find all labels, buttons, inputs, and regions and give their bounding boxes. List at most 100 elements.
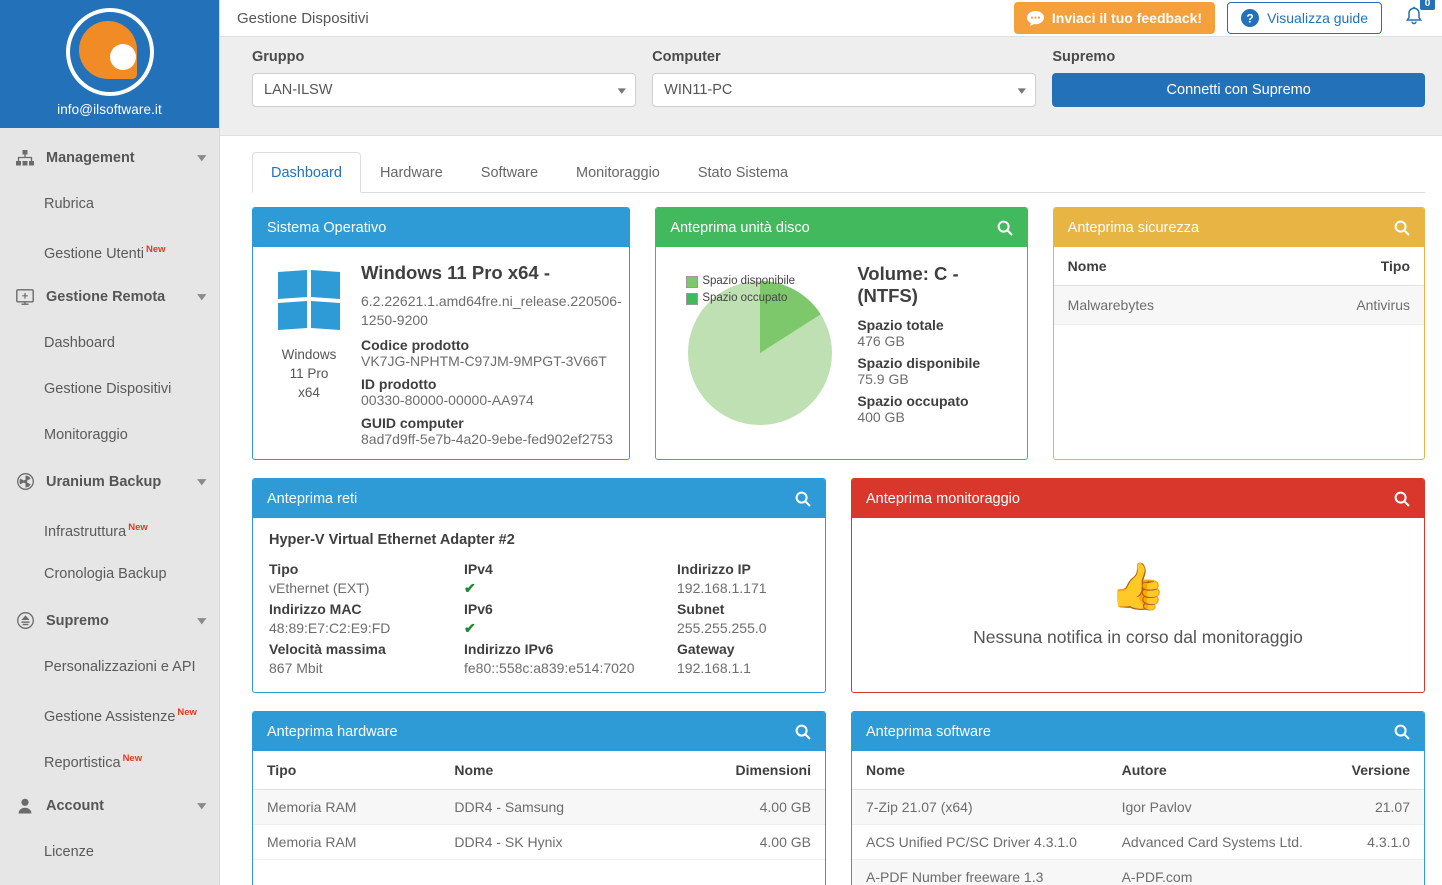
sidebar-item-label: Dashboard — [44, 335, 115, 351]
network-col-2: IPv4 ✔ IPv6 ✔ Indirizzo IPv6 fe80::558c:… — [464, 560, 677, 680]
sidebar-nav: Management ▾ Rubrica Gestione Utenti New Gest… — [0, 128, 219, 875]
card-title: Anteprima sicurezza — [1067, 219, 1200, 236]
new-badge: New — [177, 707, 197, 718]
svg-text:?: ? — [1246, 12, 1253, 26]
sidebar-brand: info@ilsoftware.it — [0, 0, 219, 128]
app-root: info@ilsoftware.it Management ▾ Rubrica Ges… — [0, 0, 1442, 885]
sidebar-item-personalizzazioni-e-api[interactable]: Personalizzazioni e API — [0, 644, 219, 690]
network-details: Tipo vEthernet (EXT) Indirizzo MAC 48:89… — [269, 560, 809, 680]
sidebar-group-account[interactable]: Account ▾ — [0, 782, 219, 829]
selector-bar: Gruppo LAN-ILSW ▾ Computer WIN11-PC ▾ Su… — [220, 36, 1442, 136]
table-row[interactable]: A-PDF Number freeware 1.3 A-PDF.com — [852, 859, 1424, 885]
sidebar-item-licenze[interactable]: Licenze — [0, 829, 219, 875]
chevron-down-icon: ▾ — [198, 476, 207, 488]
legend-item-used: Spazio occupato — [686, 290, 795, 307]
security-table: Nome Tipo Malwarebytes Antivirus — [1053, 247, 1424, 325]
disk-pie-chart: Spazio disponibile Spazio occupato — [662, 257, 857, 449]
topbar: Gestione Dispositivi Inviaci il tuo feed… — [220, 0, 1442, 36]
computer-select-value: WIN11-PC — [664, 82, 733, 98]
os-name: Windows 11 Pro x64 - — [361, 262, 551, 283]
table-row[interactable]: ACS Unified PC/SC Driver 4.3.1.0 Advanced… — [852, 824, 1424, 860]
search-icon[interactable] — [1394, 220, 1410, 236]
table-row[interactable]: 7-Zip 21.07 (x64) Igor Pavlov 21.07 — [852, 789, 1424, 825]
table-cell: Antivirus — [1269, 285, 1424, 325]
sidebar-item-label: Rubrica — [44, 196, 94, 212]
sidebar-item-gestione-dispositivi[interactable]: Gestione Dispositivi — [0, 366, 219, 412]
group-label: Gruppo — [252, 49, 305, 65]
tab-dashboard[interactable]: Dashboard — [252, 152, 361, 193]
chevron-down-icon: ▾ — [198, 291, 207, 303]
user-icon — [14, 798, 36, 814]
sidebar-group-supremo[interactable]: Supremo ▾ — [0, 597, 219, 644]
sidebar-item-label: Gestione Assistenze — [44, 708, 176, 725]
computer-select[interactable]: WIN11-PC ▾ — [652, 73, 1037, 107]
sidebar-item-dashboard[interactable]: Dashboard — [0, 320, 219, 366]
net-gateway-value: 192.168.1.1 — [677, 660, 751, 676]
disk-volume: Volume: C - (NTFS) — [857, 263, 959, 306]
tab-monitoraggio[interactable]: Monitoraggio — [557, 152, 679, 193]
card-anteprima-reti: Anteprima reti Hyper-V Virtual Ethernet … — [252, 478, 826, 693]
radiation-icon — [14, 473, 36, 490]
network-col-3: Indirizzo IP 192.168.1.171 Subnet 255.25… — [677, 560, 809, 680]
table-header-row: Tipo Nome Dimensioni — [253, 751, 825, 790]
tabs-wrap: Dashboard Hardware Software Monitoraggio Sta… — [220, 136, 1442, 193]
group-select[interactable]: LAN-ILSW ▾ — [252, 73, 637, 107]
net-ipv4-label: IPv4 — [464, 561, 493, 577]
search-icon[interactable] — [795, 724, 811, 740]
guide-label: Visualizza guide — [1267, 10, 1368, 26]
software-table: Nome Autore Versione 7-Zip 21.07 (x64) Igor… — [852, 751, 1424, 885]
sidebar-group-label: Account — [46, 797, 104, 814]
table-cell: 4.3.1.0 — [1331, 824, 1424, 860]
chevron-down-icon: ▾ — [198, 800, 207, 812]
card-anteprima-monitoraggio: Anteprima monitoraggio 👍 Nessuna notific… — [851, 478, 1425, 693]
tab-software[interactable]: Software — [462, 152, 557, 193]
sidebar-item-infrastruttura[interactable]: Infrastruttura New — [0, 505, 219, 551]
column-header: Tipo — [253, 751, 441, 790]
search-icon[interactable] — [1394, 724, 1410, 740]
sidebar-item-monitoraggio[interactable]: Monitoraggio — [0, 412, 219, 458]
connect-supremo-button[interactable]: Connetti con Supremo — [1052, 73, 1425, 107]
column-header: Dimensioni — [659, 751, 825, 790]
net-speed-label: Velocità massima — [269, 641, 386, 657]
pie-legend: Spazio disponibile Spazio occupato — [686, 273, 795, 307]
sidebar-item-gestione-utenti[interactable]: Gestione Utenti New — [0, 227, 219, 273]
disk-free-label: Spazio disponibile — [857, 355, 981, 371]
sidebar-item-cronologia-backup[interactable]: Cronologia Backup — [0, 551, 219, 597]
group-selector-wrap: Gruppo LAN-ILSW ▾ — [252, 49, 637, 107]
supremo-action-wrap: Supremo Connetti con Supremo — [1052, 49, 1425, 107]
feedback-button[interactable]: Inviaci il tuo feedback! — [1013, 2, 1216, 34]
sidebar-group-gestione-remota[interactable]: Gestione Remota ▾ — [0, 273, 219, 320]
guide-button[interactable]: ? Visualizza guide — [1227, 2, 1382, 34]
sidebar-group-management[interactable]: Management ▾ — [0, 134, 219, 181]
tab-hardware[interactable]: Hardware — [361, 152, 462, 193]
net-mac-label: Indirizzo MAC — [269, 601, 362, 617]
table-row[interactable]: Memoria RAM DDR4 - Samsung 4.00 GB — [253, 789, 825, 825]
notifications-button[interactable]: 0 — [1402, 0, 1435, 32]
card-body: Windows 11 Pro x64 Windows 11 Pro x64 - 6.… — [253, 247, 629, 459]
logo-icon — [65, 8, 154, 96]
column-header: Nome — [1053, 247, 1270, 286]
card-header: Anteprima reti — [253, 479, 825, 518]
net-ipv6-value: ✔ — [464, 620, 476, 636]
sidebar-item-gestione-assistenze[interactable]: Gestione Assistenze New — [0, 690, 219, 736]
column-header: Autore — [1107, 751, 1332, 790]
search-icon[interactable] — [795, 491, 811, 507]
table-cell: ACS Unified PC/SC Driver 4.3.1.0 — [852, 824, 1108, 860]
sidebar-group-uranium-backup[interactable]: Uranium Backup ▾ — [0, 458, 219, 505]
net-type-label: Tipo — [269, 561, 299, 577]
search-icon[interactable] — [997, 220, 1013, 236]
dashboard-content: Sistema Operativo Windows 11 Pro x64 Windo… — [220, 193, 1442, 885]
sidebar-item-label: Infrastruttura — [44, 523, 127, 540]
sidebar-item-reportistica[interactable]: Reportistica New — [0, 736, 219, 782]
card-header: Sistema Operativo — [253, 208, 630, 247]
disk-total-label: Spazio totale — [857, 317, 944, 333]
help-icon: ? — [1241, 9, 1260, 27]
os-details: Windows 11 Pro x64 - 6.2.22621.1.amd64fr… — [357, 261, 622, 447]
table-row[interactable]: Memoria RAM DDR4 - SK Hynix 4.00 GB — [253, 824, 825, 860]
sidebar-item-label: Monitoraggio — [44, 427, 128, 443]
search-icon[interactable] — [1394, 491, 1410, 507]
sidebar-item-rubrica[interactable]: Rubrica — [0, 181, 219, 227]
table-row[interactable]: Malwarebytes Antivirus — [1053, 285, 1424, 325]
os-build: 6.2.22621.1.amd64fre.ni_release.220506-1… — [361, 293, 622, 328]
tab-stato-sistema[interactable]: Stato Sistema — [679, 152, 807, 193]
